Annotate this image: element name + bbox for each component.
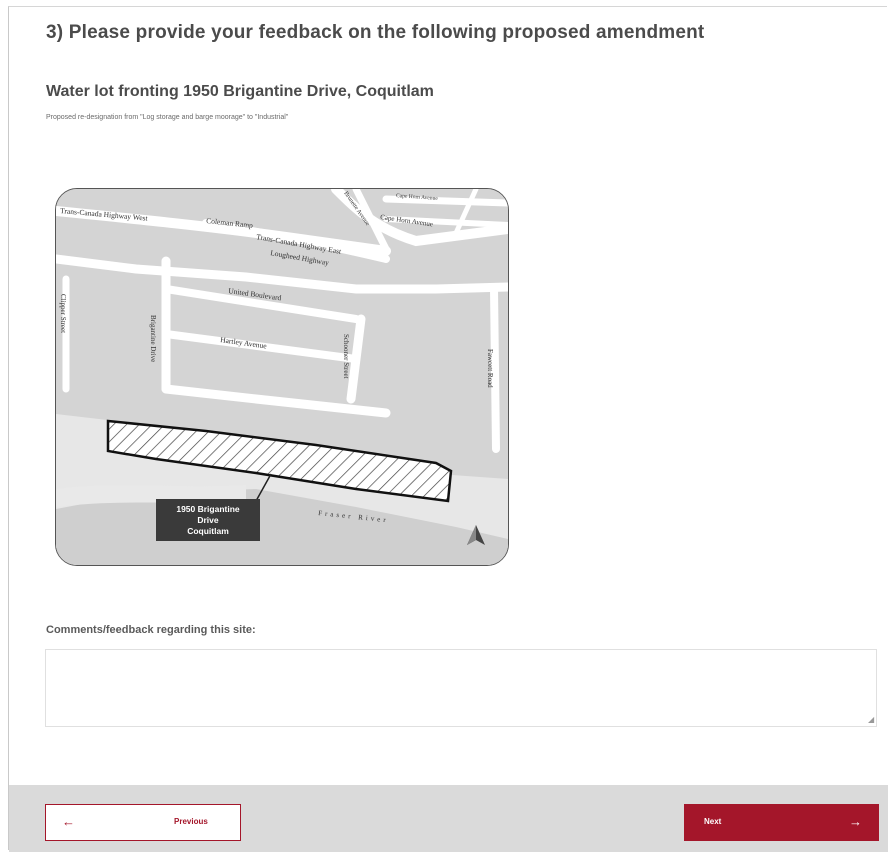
question-title: 3) Please provide your feedback on the f… xyxy=(46,22,705,43)
site-map: 1950 Brigantine Drive Coquitlam Trans-Ca… xyxy=(55,188,509,566)
site-description: Proposed re-designation from "Log storag… xyxy=(46,114,289,121)
previous-label: Previous xyxy=(174,817,208,826)
comments-textarea[interactable] xyxy=(45,649,877,727)
callout-line-2: Drive xyxy=(197,515,219,525)
street-schooner: Schooner Street xyxy=(342,334,350,379)
next-label: Next xyxy=(704,817,722,826)
street-clipper: Clipper Street xyxy=(59,294,67,333)
resize-handle-icon[interactable]: ◢ xyxy=(868,716,876,724)
street-brigantine: Brigantine Drive xyxy=(149,315,157,362)
arrow-right-icon: → xyxy=(849,814,862,829)
next-button[interactable]: Next → xyxy=(684,804,879,841)
comments-label: Comments/feedback regarding this site: xyxy=(46,624,256,636)
site-title: Water lot fronting 1950 Brigantine Drive… xyxy=(46,83,434,100)
previous-button[interactable]: ← Previous xyxy=(45,804,241,841)
callout-line-3: Coquitlam xyxy=(187,526,229,536)
callout-line-1: 1950 Brigantine xyxy=(176,504,240,514)
arrow-left-icon: ← xyxy=(62,814,75,829)
street-fawcett: Fawcett Road xyxy=(486,349,494,388)
